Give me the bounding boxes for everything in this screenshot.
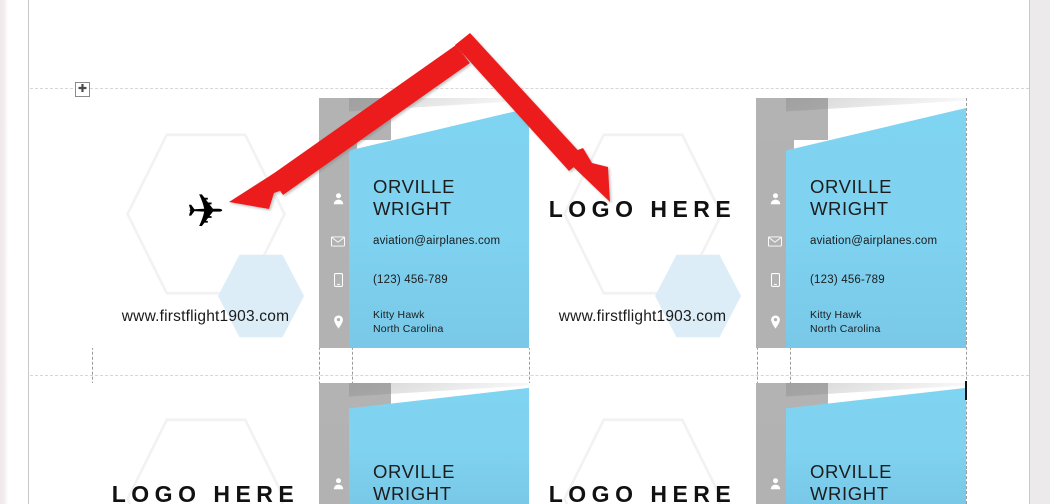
logo-placeholder-text[interactable]: LOGO HERE xyxy=(529,481,756,504)
envelope-icon xyxy=(319,235,357,247)
card-name-value: ORVILLE WRIGHT xyxy=(810,461,893,504)
card-info-panel: ORVILLE WRIGHT aviation@airplanes.com xyxy=(319,383,529,504)
location-pin-icon xyxy=(319,315,357,329)
business-card[interactable]: LOGO HERE www.firstflight1903.com ORVILL… xyxy=(92,383,529,504)
card-field-address: Kitty Hawk North Carolina xyxy=(756,308,966,336)
logo-placeholder-text[interactable]: LOGO HERE xyxy=(529,196,756,223)
text-cursor xyxy=(965,381,967,400)
card-logo-area[interactable]: LOGO HERE www.firstflight1903.com xyxy=(529,383,756,504)
card-email-value: aviation@airplanes.com xyxy=(810,235,938,247)
business-card[interactable]: LOGO HERE www.firstflight1903.com ORVILL… xyxy=(529,383,966,504)
phone-icon xyxy=(756,273,794,287)
table-gridline-v xyxy=(966,98,967,504)
card-address-line1: Kitty Hawk xyxy=(810,309,862,321)
card-address-line2: North Carolina xyxy=(810,323,881,336)
person-icon xyxy=(756,477,794,490)
card-name-value: ORVILLE WRIGHT xyxy=(810,176,893,219)
page-guide-top xyxy=(30,88,1029,89)
card-address-line2: North Carolina xyxy=(373,323,444,336)
card-field-name: ORVILLE WRIGHT xyxy=(756,461,966,504)
card-phone-value: (123) 456-789 xyxy=(810,274,885,286)
person-icon xyxy=(756,192,794,205)
logo-placeholder-text[interactable]: LOGO HERE xyxy=(92,481,319,504)
card-address-value: Kitty Hawk North Carolina xyxy=(794,308,966,336)
card-phone-value: (123) 456-789 xyxy=(373,274,448,286)
card-email-value: aviation@airplanes.com xyxy=(373,235,501,247)
business-card[interactable]: ✈ www.firstflight1903.com ORVILLE WRIGHT… xyxy=(92,98,529,348)
card-field-name: ORVILLE WRIGHT xyxy=(756,176,966,220)
page-edge-right xyxy=(1029,0,1030,504)
card-field-phone: (123) 456-789 xyxy=(756,273,966,287)
card-logo-area[interactable]: LOGO HERE www.firstflight1903.com xyxy=(92,383,319,504)
card-info-panel: ORVILLE WRIGHT aviation@airplanes.com (1… xyxy=(756,98,966,348)
page-edge-left xyxy=(28,0,29,504)
card-field-phone: (123) 456-789 xyxy=(319,273,529,287)
card-website: www.firstflight1903.com xyxy=(558,308,727,325)
table-move-handle-icon[interactable]: ✚ xyxy=(75,82,90,97)
card-name-value: ORVILLE WRIGHT xyxy=(373,461,456,504)
card-logo-area[interactable]: LOGO HERE www.firstflight1903.com xyxy=(529,98,756,348)
word-document-canvas[interactable]: ✈ www.firstflight1903.com ORVILLE WRIGHT… xyxy=(0,0,1050,504)
airplane-icon: ✈ xyxy=(186,185,225,237)
page-gutter-right xyxy=(1030,0,1050,504)
card-field-address: Kitty Hawk North Carolina xyxy=(319,308,529,336)
person-icon xyxy=(319,477,357,490)
card-website: www.firstflight1903.com xyxy=(121,308,290,325)
phone-icon xyxy=(319,273,357,287)
page-gutter-left xyxy=(0,0,8,504)
card-info-panel: ORVILLE WRIGHT aviation@airplanes.com xyxy=(756,383,966,504)
card-info-panel: ORVILLE WRIGHT aviation@airplanes.com (1… xyxy=(319,98,529,348)
card-address-value: Kitty Hawk North Carolina xyxy=(357,308,529,336)
card-logo-area[interactable]: ✈ www.firstflight1903.com xyxy=(92,98,319,348)
business-card[interactable]: LOGO HERE www.firstflight1903.com ORVILL… xyxy=(529,98,966,348)
card-field-name: ORVILLE WRIGHT xyxy=(319,461,529,504)
card-address-line1: Kitty Hawk xyxy=(373,309,425,321)
location-pin-icon xyxy=(756,315,794,329)
envelope-icon xyxy=(756,235,794,247)
card-field-name: ORVILLE WRIGHT xyxy=(319,176,529,220)
card-field-email: aviation@airplanes.com xyxy=(756,235,966,247)
card-name-value: ORVILLE WRIGHT xyxy=(373,176,456,219)
card-field-email: aviation@airplanes.com xyxy=(319,235,529,247)
person-icon xyxy=(319,192,357,205)
